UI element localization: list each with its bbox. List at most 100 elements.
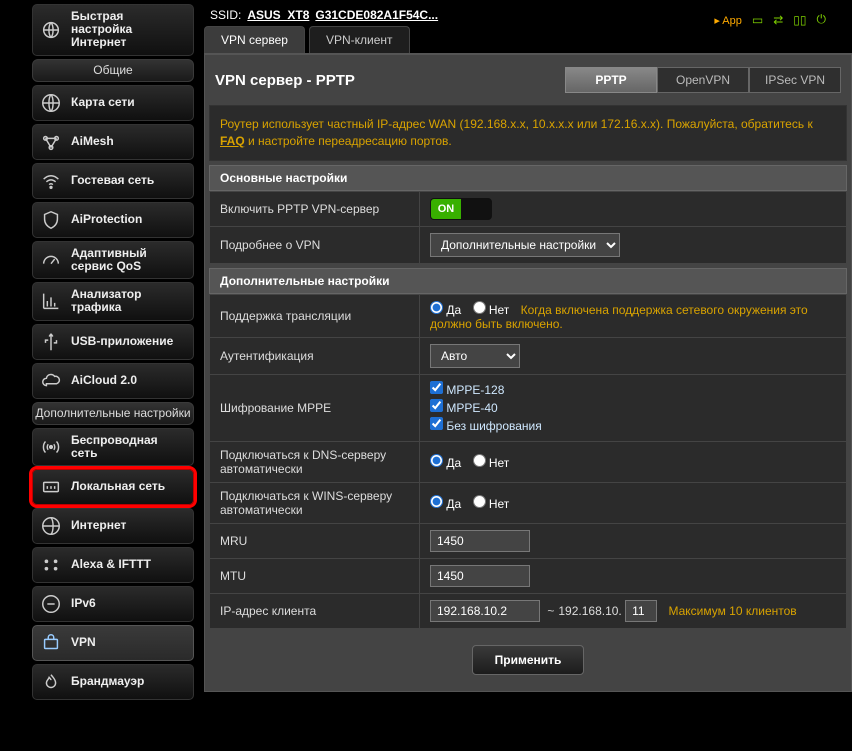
select-auth[interactable]: Авто	[430, 344, 520, 368]
main-content: SSID: ASUS_XT8 G31CDE082A1F54C... ▸ App …	[194, 4, 852, 751]
ipv6-icon	[39, 592, 63, 616]
radio-broadcast-no[interactable]: Нет	[473, 303, 510, 317]
advanced-settings-table: Поддержка трансляции Да Нет Когда включе…	[209, 294, 847, 629]
faq-link[interactable]: FAQ	[220, 134, 245, 148]
check-mppe128[interactable]: MPPE-128	[430, 381, 836, 399]
sidebar-item-traffic-analyzer[interactable]: Анализатор трафика	[32, 282, 194, 320]
fire-icon	[39, 670, 63, 694]
status-icon[interactable]: ▯▯	[793, 13, 806, 27]
mac-value[interactable]: G31CDE082A1F54C...	[315, 8, 438, 22]
sidebar-item-lan[interactable]: Локальная сеть	[32, 469, 194, 505]
sidebar-item-label: Беспроводная сеть	[71, 434, 187, 460]
row-label-broadcast: Поддержка трансляции	[210, 294, 420, 337]
dots-icon	[39, 553, 63, 577]
sidebar-item-label: AiProtection	[71, 213, 187, 226]
subtab-pptp[interactable]: PPTP	[565, 67, 657, 93]
radio-dns-no[interactable]: Нет	[473, 456, 510, 470]
wifi-icon	[39, 169, 63, 193]
radio-wins-yes[interactable]: Да	[430, 497, 461, 511]
tabs: VPN сервер VPN-клиент	[204, 26, 852, 54]
row-label-mtu: MTU	[210, 558, 420, 593]
sidebar-item-aicloud[interactable]: AiCloud 2.0	[32, 363, 194, 399]
sidebar-item-wireless[interactable]: Беспроводная сеть	[32, 428, 194, 466]
sidebar-item-guest-network[interactable]: Гостевая сеть	[32, 163, 194, 199]
row-label-wins-auto: Подключаться к WINS-серверу автоматическ…	[210, 482, 420, 523]
input-ip-start[interactable]	[430, 600, 540, 622]
radio-broadcast-yes[interactable]: Да	[430, 303, 461, 317]
gauge-icon	[39, 248, 63, 272]
status-icon[interactable]: ▭	[752, 13, 763, 27]
usb-icon	[39, 330, 63, 354]
tab-vpn-client[interactable]: VPN-клиент	[309, 26, 410, 53]
subtab-ipsec[interactable]: IPSec VPN	[749, 67, 841, 93]
sidebar-item-label: Адаптивный сервис QoS	[71, 247, 187, 273]
sidebar-item-label: Гостевая сеть	[71, 174, 187, 187]
sidebar: Быстрая настройка Интернет Общие Карта с…	[32, 4, 194, 751]
ssid-value[interactable]: ASUS_XT8	[247, 8, 309, 22]
sidebar-item-usb-app[interactable]: USB-приложение	[32, 324, 194, 360]
sidebar-item-label: AiCloud 2.0	[71, 374, 187, 387]
check-no-encryption[interactable]: Без шифрования	[430, 417, 836, 435]
vpn-icon	[39, 631, 63, 655]
status-icon[interactable]: ⏻	[817, 12, 827, 27]
row-label-enable-pptp: Включить PPTP VPN-сервер	[210, 191, 420, 226]
chart-icon	[39, 289, 63, 313]
toggle-pptp-server[interactable]: ON	[430, 198, 492, 220]
panel: VPN сервер - PPTP PPTP OpenVPN IPSec VPN…	[204, 54, 852, 692]
ethernet-icon	[39, 475, 63, 499]
globe-icon	[39, 514, 63, 538]
sidebar-item-label: Alexa & IFTTT	[71, 558, 187, 571]
warning-banner: Роутер использует частный IP-адрес WAN (…	[209, 105, 847, 161]
sidebar-item-label: Интернет	[71, 519, 187, 532]
sidebar-item-label: Быстрая настройка Интернет	[71, 10, 187, 50]
globe-icon	[39, 91, 63, 115]
ssid-label: SSID:	[210, 8, 241, 22]
row-label-more-vpn: Подробнее о VPN	[210, 226, 420, 263]
sidebar-item-firewall[interactable]: Брандмауэр	[32, 664, 194, 700]
input-ip-end-suffix[interactable]	[625, 600, 657, 622]
status-icon[interactable]: ⇄	[773, 13, 783, 27]
check-mppe40[interactable]: MPPE-40	[430, 399, 836, 417]
sidebar-item-label: VPN	[71, 636, 187, 649]
app-link[interactable]: ▸ App	[714, 13, 742, 27]
antenna-icon	[39, 435, 63, 459]
sidebar-item-label: AiMesh	[71, 135, 187, 148]
sidebar-item-alexa-ifttt[interactable]: Alexa & IFTTT	[32, 547, 194, 583]
row-label-client-ip: IP-адрес клиента	[210, 593, 420, 628]
section-advanced-header: Дополнительные настройки	[209, 268, 847, 294]
sidebar-item-label: USB-приложение	[71, 335, 187, 348]
subtab-openvpn[interactable]: OpenVPN	[657, 67, 749, 93]
row-label-dns-auto: Подключаться к DNS-серверу автоматически	[210, 441, 420, 482]
gear-globe-icon	[39, 18, 63, 42]
mesh-icon	[39, 130, 63, 154]
radio-dns-yes[interactable]: Да	[430, 456, 461, 470]
input-mru[interactable]	[430, 530, 530, 552]
sidebar-item-label: Карта сети	[71, 96, 187, 109]
apply-button[interactable]: Применить	[472, 645, 585, 675]
sidebar-item-qos[interactable]: Адаптивный сервис QoS	[32, 241, 194, 279]
input-mtu[interactable]	[430, 565, 530, 587]
sidebar-item-network-map[interactable]: Карта сети	[32, 85, 194, 121]
section-basic-header: Основные настройки	[209, 165, 847, 191]
row-label-mru: MRU	[210, 523, 420, 558]
sidebar-item-quick-setup[interactable]: Быстрая настройка Интернет	[32, 4, 194, 56]
sidebar-group-advanced: Дополнительные настройки	[32, 402, 194, 425]
ip-end-prefix: 192.168.10.	[558, 604, 621, 618]
radio-wins-no[interactable]: Нет	[473, 497, 510, 511]
status-icons: ▸ App ▭ ⇄ ▯▯ ⏻	[714, 12, 826, 27]
tab-vpn-server[interactable]: VPN сервер	[204, 26, 305, 53]
sidebar-item-internet[interactable]: Интернет	[32, 508, 194, 544]
sidebar-item-label: Брандмауэр	[71, 675, 187, 688]
sidebar-item-label: Локальная сеть	[71, 480, 187, 493]
select-vpn-details[interactable]: Дополнительные настройки	[430, 233, 620, 257]
cloud-icon	[39, 369, 63, 393]
sidebar-item-aiprotection[interactable]: AiProtection	[32, 202, 194, 238]
sidebar-item-aimesh[interactable]: AiMesh	[32, 124, 194, 160]
sidebar-group-general: Общие	[32, 59, 194, 82]
toggle-on-label: ON	[431, 199, 461, 219]
basic-settings-table: Включить PPTP VPN-сервер ON Подробнее о …	[209, 191, 847, 264]
row-label-mppe: Шифрование MPPE	[210, 374, 420, 441]
subtabs: PPTP OpenVPN IPSec VPN	[565, 67, 841, 93]
sidebar-item-ipv6[interactable]: IPv6	[32, 586, 194, 622]
sidebar-item-vpn[interactable]: VPN	[32, 625, 194, 661]
